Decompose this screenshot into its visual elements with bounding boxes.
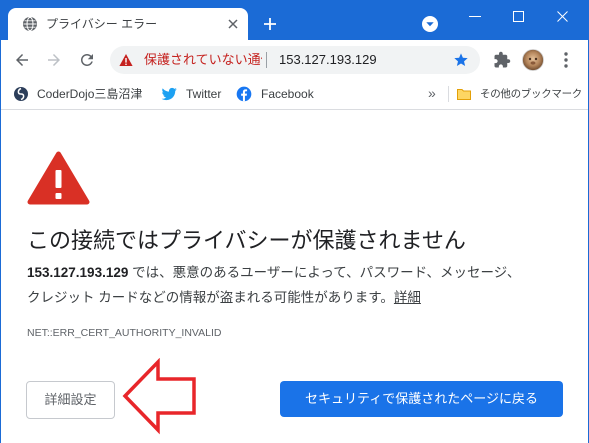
puzzle-icon[interactable] — [493, 51, 511, 69]
tab-title: プライバシー エラー — [46, 17, 158, 31]
url-text[interactable]: 153.127.193.129 — [279, 46, 377, 74]
reload-icon[interactable] — [78, 51, 96, 69]
minimize-icon[interactable] — [469, 10, 481, 22]
maximize-icon[interactable] — [513, 11, 524, 22]
warning-icon[interactable] — [119, 53, 133, 67]
security-status-text[interactable]: 保護されていない通信 — [144, 46, 262, 74]
page-title: この接続ではプライバシーが保護されません — [27, 228, 466, 253]
browser-menu-button[interactable] — [563, 52, 569, 68]
bookmarks-bar: CoderDojo三島沼津 Twitter Facebook » その他のブック… — [0, 80, 589, 110]
tab-close-icon[interactable] — [227, 18, 239, 30]
error-code: NET::ERR_CERT_AUTHORITY_INVALID — [27, 327, 222, 339]
description-text-2: クレジット カードなどの情報が盗まれる可能性があります。 — [27, 290, 394, 305]
toolbar: 保護されていない通信 153.127.193.129 — [0, 40, 589, 80]
extensions-button[interactable] — [493, 51, 511, 69]
learn-more-link[interactable]: 詳細 — [394, 290, 421, 305]
window-border-left — [0, 0, 1, 443]
folder-icon[interactable] — [456, 86, 472, 102]
back-button[interactable] — [13, 51, 31, 69]
bookmark-twitter[interactable]: Twitter — [186, 80, 221, 108]
security-chip[interactable] — [119, 53, 133, 67]
error-description-line-1: 153.127.193.129 では、悪意のあるユーザーによって、パスワード、メ… — [27, 261, 520, 285]
reload-button[interactable] — [78, 51, 96, 69]
bookmarks-overflow-button[interactable]: » — [428, 80, 436, 108]
facebook-icon[interactable] — [236, 86, 252, 102]
avatar[interactable] — [522, 49, 544, 71]
window-close-button[interactable] — [557, 11, 568, 22]
title-bar: プライバシー エラー — [0, 0, 589, 40]
host-name: 153.127.193.129 — [27, 265, 129, 280]
back-to-safety-button[interactable]: セキュリティで保護されたページに戻る — [280, 381, 563, 417]
more-vert-icon[interactable] — [563, 52, 569, 68]
bookmark-facebook[interactable]: Facebook — [261, 80, 314, 108]
arrow-left-icon[interactable] — [13, 51, 31, 69]
warning-icon — [27, 150, 90, 205]
address-bar[interactable]: 保護されていない通信 153.127.193.129 — [110, 46, 480, 74]
chevron-down-icon[interactable] — [421, 15, 439, 33]
bookmark-coderdojo[interactable]: CoderDojo三島沼津 — [37, 80, 142, 108]
annotation-arrow — [118, 358, 200, 436]
close-icon[interactable] — [557, 11, 568, 22]
omnibox-divider — [266, 52, 267, 68]
other-bookmarks[interactable]: その他のブックマーク — [480, 80, 582, 108]
twitter-icon[interactable] — [161, 86, 177, 102]
plus-icon[interactable] — [263, 17, 277, 31]
maximize-button[interactable] — [513, 11, 524, 22]
advanced-button[interactable]: 詳細設定 — [26, 381, 115, 419]
star-icon[interactable] — [453, 52, 469, 68]
bookmarks-divider — [448, 86, 449, 102]
error-description-line-2: クレジット カードなどの情報が盗まれる可能性があります。詳細 — [27, 286, 421, 310]
tab-privacy-error[interactable]: プライバシー エラー — [8, 8, 248, 40]
new-tab-button[interactable] — [263, 17, 277, 31]
arrow-right-icon[interactable] — [45, 51, 63, 69]
minimize-button[interactable] — [469, 10, 481, 22]
description-text-1: では、悪意のあるユーザーによって、パスワード、メッセージ、 — [128, 265, 521, 280]
forward-button[interactable] — [45, 51, 63, 69]
bookmark-star-button[interactable] — [453, 52, 469, 68]
coderdojo-icon[interactable] — [13, 86, 29, 102]
tab-search-button[interactable] — [421, 15, 439, 33]
globe-icon — [22, 16, 38, 32]
